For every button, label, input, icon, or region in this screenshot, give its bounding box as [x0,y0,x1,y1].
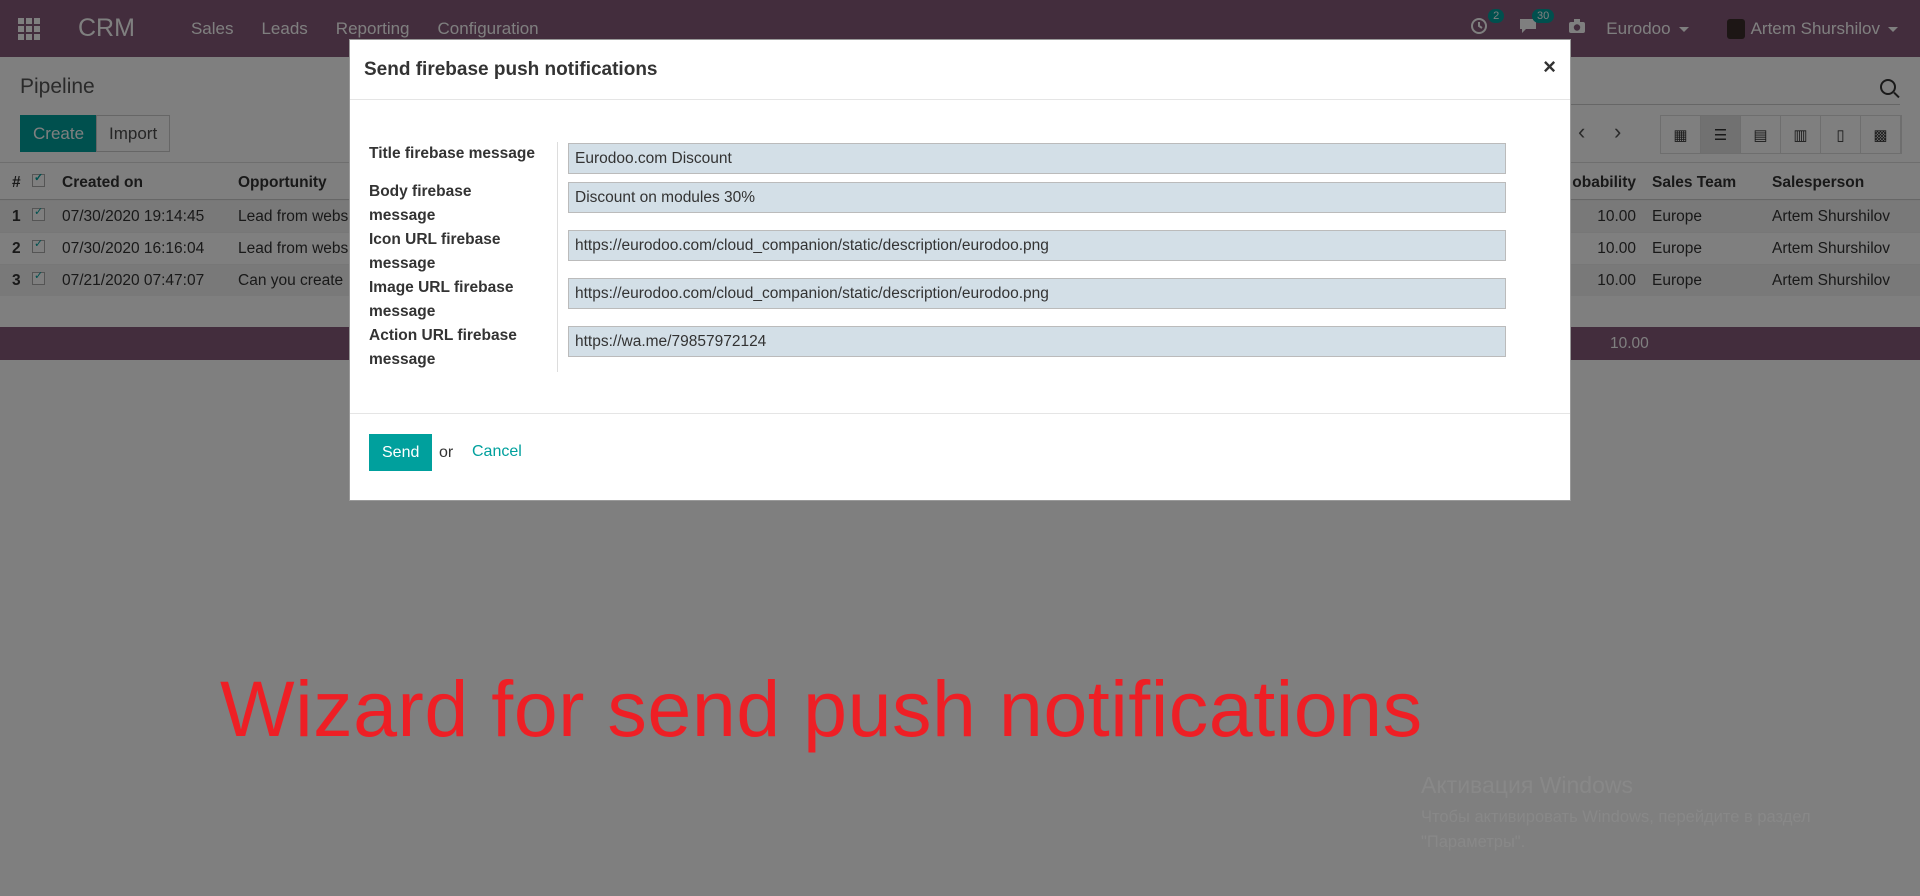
modal-header: Send firebase push notifications × [350,40,1570,100]
or-text: or [439,444,454,461]
image-url-field[interactable]: https://eurodoo.com/cloud_companion/stat… [568,278,1506,309]
push-notification-dialog: Send firebase push notifications × Title… [349,39,1571,501]
watermark-title: Активация Windows [1421,772,1633,798]
windows-activation-watermark: Активация Windows Чтобы активировать Win… [1421,772,1811,855]
send-button[interactable]: Send [369,434,433,471]
image-url-field-label: Image URL firebase message [369,279,514,320]
cancel-button[interactable]: Cancel [472,443,522,461]
close-icon[interactable]: × [1543,54,1556,80]
form-divider [557,142,558,372]
title-field-label: Title firebase message [369,145,535,162]
title-field[interactable]: Eurodoo.com Discount [568,143,1506,174]
annotation-caption: Wizard for send push notifications [220,664,1423,753]
icon-url-field[interactable]: https://eurodoo.com/cloud_companion/stat… [568,230,1506,261]
modal-body: Title firebase message Eurodoo.com Disco… [350,100,1570,414]
action-url-field[interactable]: https://wa.me/79857972124 [568,326,1506,357]
body-field-label: Body firebase message [369,183,472,224]
modal-footer: Send or Cancel [350,414,1570,500]
body-field[interactable]: Discount on modules 30% [568,182,1506,213]
watermark-line2: "Параметры". [1421,833,1526,851]
watermark-line1: Чтобы активировать Windows, перейдите в … [1421,808,1811,826]
icon-url-field-label: Icon URL firebase message [369,231,501,272]
action-url-field-label: Action URL firebase message [369,327,517,368]
modal-title: Send firebase push notifications [364,59,658,80]
